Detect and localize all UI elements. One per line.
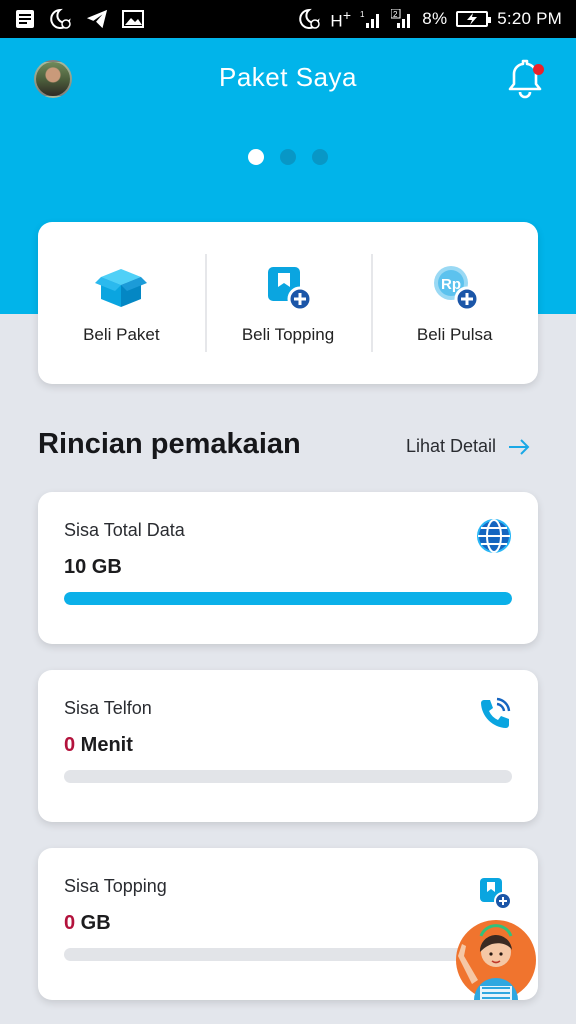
assistant-character-icon	[456, 920, 536, 1000]
beli-topping-label: Beli Topping	[241, 325, 335, 344]
svg-text:1: 1	[360, 10, 365, 19]
clock: 5:20 PM	[497, 9, 562, 28]
arrow-right-icon	[509, 438, 530, 455]
battery-percent: 8%	[422, 9, 448, 28]
network-type: H+	[330, 6, 352, 31]
carousel-dot[interactable]	[280, 149, 296, 165]
carousel-indicator	[0, 149, 576, 165]
phone-icon	[481, 697, 511, 728]
lihat-detail-label: Lihat Detail	[406, 436, 497, 456]
box-icon	[95, 269, 148, 307]
svg-text:2: 2	[393, 10, 398, 19]
lihat-detail-link[interactable]: Lihat Detail	[406, 436, 530, 457]
status-bar: H+ 1 2 8% 5:20 PM	[0, 0, 576, 38]
usage-label: Sisa Topping	[64, 876, 167, 896]
moon-alarm-icon	[50, 8, 72, 30]
beli-topping-button[interactable]: Beli Topping	[204, 222, 372, 384]
page-title: Paket Saya	[219, 62, 357, 92]
telegram-icon	[86, 8, 108, 30]
rp-add-icon: Rp	[433, 266, 480, 312]
gallery-icon	[122, 8, 144, 30]
usage-card-data[interactable]: Sisa Total Data 10 GB	[38, 492, 538, 644]
usage-progress-fill	[64, 592, 512, 605]
usage-label: Sisa Total Data	[64, 520, 185, 540]
usage-value: 0 GB	[64, 912, 111, 934]
quick-actions-card: Beli Paket Beli Topping Rp Beli Pulsa	[38, 222, 538, 384]
usage-progress-bar	[64, 770, 512, 783]
usage-value: 0 Menit	[64, 734, 133, 756]
usage-card-telfon[interactable]: Sisa Telfon 0 Menit	[38, 670, 538, 822]
usage-label: Sisa Telfon	[64, 698, 152, 718]
assistant-avatar-button[interactable]	[444, 914, 540, 1004]
carousel-dot[interactable]	[248, 149, 264, 165]
section-title: Rincian pemakaian	[38, 428, 301, 460]
beli-pulsa-button[interactable]: Rp Beli Pulsa	[371, 222, 538, 384]
moon-alarm-icon	[299, 8, 321, 30]
notification-button[interactable]	[504, 58, 548, 100]
beli-pulsa-label: Beli Pulsa	[416, 325, 493, 344]
notes-notification-icon	[14, 8, 36, 30]
signal-sim2-icon: 2	[391, 8, 413, 30]
topping-add-icon	[480, 878, 512, 910]
usage-value: 10 GB	[64, 556, 122, 578]
globe-icon	[477, 519, 511, 553]
usage-progress-bar	[64, 592, 512, 605]
notification-badge	[533, 64, 544, 75]
battery-charging-icon	[456, 11, 492, 27]
signal-sim1-icon: 1	[360, 8, 382, 30]
topping-add-icon	[268, 267, 313, 312]
beli-paket-label: Beli Paket	[83, 325, 160, 344]
carousel-dot[interactable]	[312, 149, 328, 165]
beli-paket-button[interactable]: Beli Paket	[38, 222, 205, 384]
